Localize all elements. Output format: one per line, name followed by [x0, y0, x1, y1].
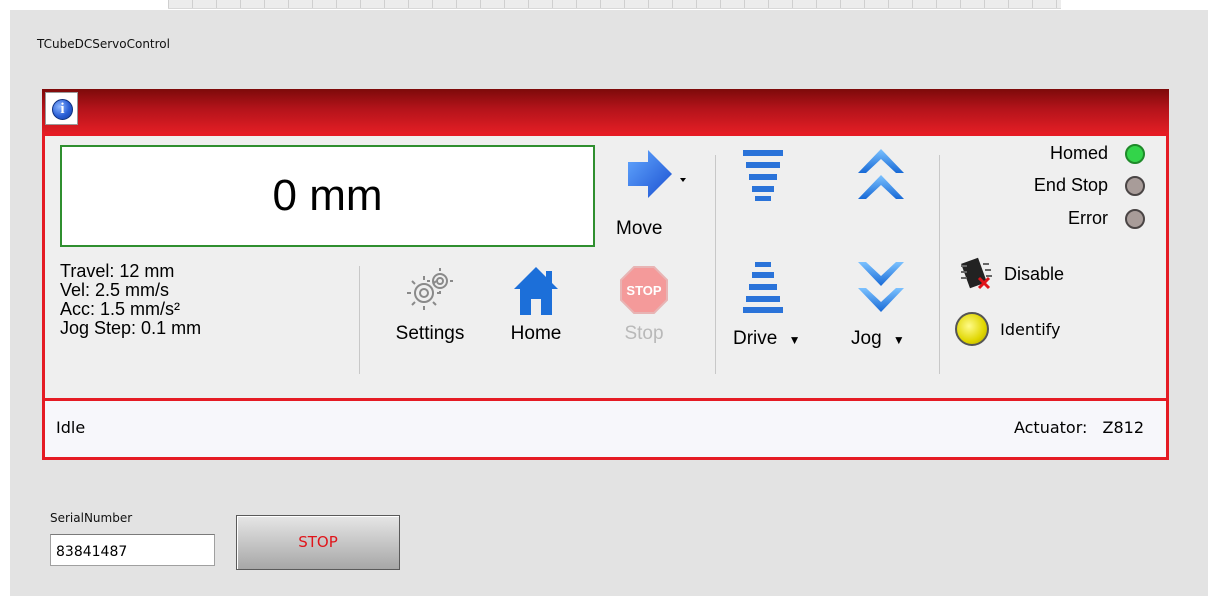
home-label: Home: [510, 323, 562, 344]
disable-chip-icon: [961, 257, 992, 290]
parameters-list: Travel: 12 mm Vel: 2.5 mm/s Acc: 1.5 mm/…: [60, 262, 201, 338]
jog-reverse-button[interactable]: [853, 258, 909, 318]
velocity-value: Vel: 2.5 mm/s: [60, 280, 170, 300]
chevron-down-icon: ▼: [892, 333, 905, 347]
identify-button[interactable]: Identify: [955, 312, 1105, 356]
stop-motion-button[interactable]: STOP Stop: [599, 265, 689, 357]
drive-forward-button[interactable]: [737, 148, 789, 204]
end-stop-label: End Stop: [1033, 175, 1108, 195]
actuator-label: Actuator:: [1013, 418, 1088, 437]
control-body: 0 mm Travel: 12 mm Vel: 2.5 mm/s Acc: 1.…: [42, 132, 1169, 460]
position-value: 0 mm: [272, 171, 383, 220]
move-label: Move: [616, 218, 663, 239]
error-label: Error: [1067, 208, 1108, 228]
serial-number-input[interactable]: 83841487: [50, 534, 215, 566]
servo-control: i 0 mm Travel: 12 mm Vel: 2.5 mm/s Acc: …: [42, 89, 1169, 460]
drive-up-icon: [743, 150, 783, 201]
drive-reverse-button[interactable]: [737, 260, 789, 316]
gear-icon: [407, 268, 453, 310]
settings-label: Settings: [395, 323, 465, 344]
error-indicator: Error: [1068, 208, 1145, 232]
disable-button[interactable]: Disable: [959, 256, 1089, 294]
separator: [939, 155, 940, 374]
move-arrow-icon: [628, 150, 686, 198]
disable-label: Disable: [1004, 263, 1065, 284]
home-button[interactable]: Home: [491, 265, 581, 357]
serial-number-label: SerialNumber: [50, 511, 133, 525]
jog-step-value: Jog Step: 0.1 mm: [60, 318, 202, 338]
home-icon: [514, 267, 558, 315]
identify-led-icon: [955, 312, 989, 346]
actuator-value: Z812: [1102, 418, 1145, 437]
actuator-info: Actuator: Z812: [1014, 418, 1144, 437]
settings-button[interactable]: Settings: [385, 265, 475, 357]
stop-sign-text: STOP: [626, 283, 661, 298]
stop-label: Stop: [624, 323, 664, 344]
drive-label: Drive: [733, 328, 778, 349]
control-header: i: [42, 89, 1169, 132]
move-button[interactable]: Move: [611, 146, 701, 242]
homed-led-icon: [1125, 144, 1145, 165]
travel-value: Travel: 12 mm: [60, 261, 175, 281]
info-icon: i: [52, 99, 73, 120]
homed-indicator: Homed: [1050, 143, 1145, 167]
homed-label: Homed: [1049, 143, 1108, 163]
separator: [715, 155, 716, 374]
error-led-icon: [1125, 209, 1145, 230]
jog-label: Jog: [851, 328, 882, 349]
status-bar: Idle Actuator: Z812: [45, 398, 1166, 457]
drive-menu[interactable]: Drive ▼: [733, 328, 813, 356]
info-button[interactable]: i: [45, 92, 78, 125]
jog-forward-button[interactable]: [853, 147, 909, 207]
chevron-down-icon: ▼: [788, 333, 801, 347]
position-display: 0 mm: [60, 145, 595, 247]
status-text: Idle: [56, 418, 86, 437]
jog-down-icon: [858, 262, 904, 312]
separator: [359, 266, 360, 374]
drive-down-icon: [743, 262, 783, 313]
top-ruler: [168, 0, 1061, 9]
jog-up-icon: [858, 149, 904, 199]
stop-sign-icon: STOP: [620, 266, 668, 314]
end-stop-led-icon: [1125, 176, 1145, 197]
acceleration-value: Acc: 1.5 mm/s²: [60, 299, 181, 319]
stop-button[interactable]: STOP: [236, 515, 400, 570]
jog-menu[interactable]: Jog ▼: [851, 328, 931, 356]
end-stop-indicator: End Stop: [1034, 175, 1145, 199]
identify-label: Identify: [1000, 319, 1061, 339]
window-title: TCubeDCServoControl: [37, 37, 170, 51]
divider: [45, 132, 1166, 136]
